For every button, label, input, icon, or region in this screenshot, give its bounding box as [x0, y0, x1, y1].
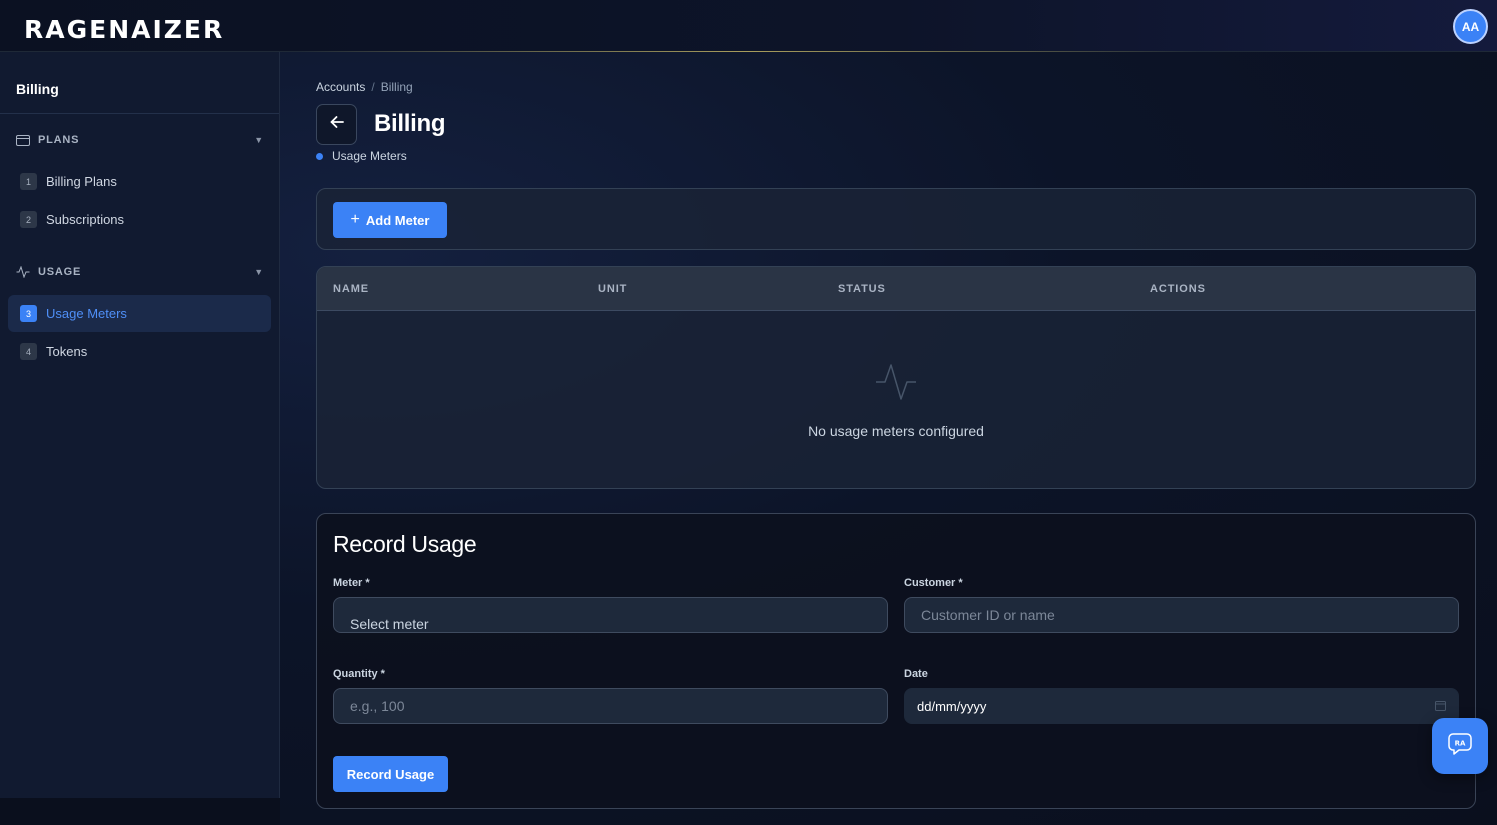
chevron-down-icon: ▼ — [254, 135, 264, 145]
date-input[interactable]: dd/mm/yyyy — [904, 688, 1459, 724]
column-header-unit[interactable]: UNIT — [598, 283, 627, 295]
breadcrumb: Accounts / Billing — [316, 80, 413, 94]
record-usage-form: Record Usage Meter * Select meter Custom… — [316, 513, 1476, 809]
sidebar-section-usage[interactable]: USAGE ▼ — [16, 262, 264, 282]
activity-icon — [16, 265, 32, 279]
sidebar-section-plans[interactable]: PLANS ▼ — [16, 130, 264, 150]
sidebar-item-tokens[interactable]: 4 Tokens — [8, 333, 271, 370]
svg-text:RA: RA — [1455, 739, 1466, 747]
plus-icon: + — [350, 211, 360, 228]
status-dot-icon — [316, 152, 323, 160]
item-number-badge: 3 — [20, 305, 37, 322]
page-subtitle-text: Usage Meters — [332, 149, 407, 163]
sidebar-item-label: Usage Meters — [46, 306, 127, 321]
add-meter-button[interactable]: + Add Meter — [333, 202, 447, 238]
app-logo[interactable]: RAGENAIZER — [24, 15, 224, 44]
sidebar-divider — [0, 113, 279, 114]
item-number-badge: 1 — [20, 173, 37, 190]
page-title: Billing — [374, 110, 446, 137]
user-avatar[interactable]: AA — [1453, 9, 1488, 44]
page-subtitle: Usage Meters — [316, 149, 407, 163]
toolbar-card: + Add Meter — [316, 188, 1476, 250]
breadcrumb-separator: / — [371, 80, 375, 94]
sidebar-item-usage-meters[interactable]: 3 Usage Meters — [8, 295, 271, 332]
date-label: Date — [904, 668, 928, 680]
chevron-down-icon: ▼ — [254, 267, 264, 277]
assistant-chat-icon: RA — [1447, 732, 1473, 761]
add-meter-label: Add Meter — [365, 212, 430, 228]
top-bar: RAGENAIZER AA — [0, 0, 1497, 52]
column-header-actions: ACTIONS — [1150, 283, 1206, 295]
section-label-usage: USAGE — [38, 266, 82, 278]
item-number-badge: 4 — [20, 343, 37, 360]
section-label-plans: PLANS — [38, 134, 80, 146]
sidebar-item-billing-plans[interactable]: 1 Billing Plans — [8, 163, 271, 200]
sidebar: Billing PLANS ▼ 1 Billing Plans 2 Subscr… — [0, 52, 280, 798]
calendar-icon[interactable] — [1435, 698, 1446, 714]
column-header-status[interactable]: STATUS — [838, 283, 886, 295]
sidebar-item-label: Billing Plans — [46, 174, 117, 189]
table-header: NAME UNIT STATUS ACTIONS — [317, 267, 1475, 311]
record-usage-title: Record Usage — [333, 531, 477, 557]
record-usage-button[interactable]: Record Usage — [333, 756, 448, 792]
quantity-label: Quantity * — [333, 668, 385, 680]
breadcrumb-accounts-link[interactable]: Accounts — [316, 80, 365, 94]
activity-icon — [875, 362, 917, 407]
sidebar-footer-strip — [0, 798, 280, 825]
sidebar-item-label: Tokens — [46, 344, 88, 359]
empty-state-text: No usage meters configured — [808, 423, 984, 439]
back-button[interactable] — [316, 104, 357, 145]
meter-select[interactable]: Select meter — [333, 597, 888, 633]
arrow-left-icon — [329, 114, 345, 135]
customer-label: Customer * — [904, 577, 963, 589]
assistant-fab-button[interactable]: RA — [1432, 718, 1488, 774]
meters-table: NAME UNIT STATUS ACTIONS No usage meters… — [316, 266, 1476, 489]
quantity-input[interactable] — [333, 688, 888, 724]
column-header-name[interactable]: NAME — [333, 283, 369, 295]
date-input-value: dd/mm/yyyy — [917, 698, 987, 714]
customer-input[interactable] — [904, 597, 1459, 633]
breadcrumb-current: Billing — [380, 80, 413, 94]
meter-select-value: Select meter — [350, 616, 429, 632]
meter-label: Meter * — [333, 577, 370, 589]
credit-card-icon — [16, 133, 32, 147]
sidebar-item-subscriptions[interactable]: 2 Subscriptions — [8, 201, 271, 238]
sidebar-title: Billing — [16, 81, 59, 97]
sidebar-item-label: Subscriptions — [46, 212, 125, 227]
item-number-badge: 2 — [20, 211, 37, 228]
